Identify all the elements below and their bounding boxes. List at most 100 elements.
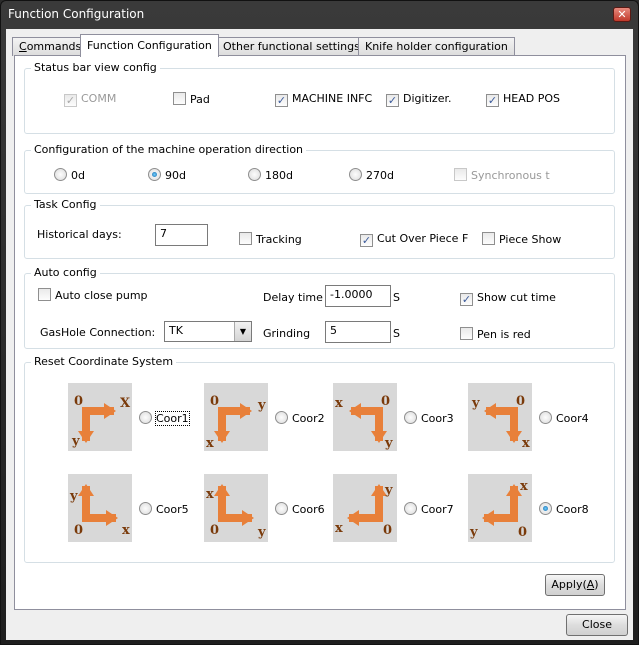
- coordinate-axes-icon: 0 x y: [204, 474, 268, 542]
- group-label: Auto config: [31, 266, 100, 279]
- checkbox-pen-is-red[interactable]: Pen is red: [460, 327, 531, 341]
- grinding-label: Grinding: [263, 327, 311, 340]
- radio-270d[interactable]: 270d: [349, 168, 394, 182]
- axis-label: x: [522, 436, 530, 451]
- origin-label: 0: [210, 394, 219, 409]
- tab-other-functional-settings[interactable]: Other functional settings: [216, 37, 367, 56]
- checkbox-box: [239, 232, 252, 245]
- radio-label: Coor1: [155, 411, 190, 426]
- group-label: Configuration of the machine operation d…: [31, 143, 307, 156]
- axes-svg: 0 x y: [335, 394, 393, 451]
- axis-label: y: [257, 398, 266, 413]
- arrow-head: [240, 403, 252, 419]
- radio-coor4[interactable]: Coor4: [539, 411, 589, 425]
- coordinate-axes-icon: 0 y x: [333, 474, 397, 542]
- radio-circle: [54, 168, 67, 181]
- radio-circle: [404, 502, 417, 515]
- tab-knife-holder-configuration[interactable]: Knife holder configuration: [358, 37, 515, 56]
- apply-button[interactable]: Apply(A): [545, 574, 605, 596]
- radio-circle: [539, 502, 552, 515]
- group-label: Status bar view config: [31, 61, 160, 74]
- arrow-head: [104, 403, 116, 419]
- chevron-down-icon[interactable]: ▼: [234, 322, 251, 341]
- tab-function-configuration[interactable]: Function Configuration: [80, 34, 219, 57]
- dialog-window: Function Configuration ✕ Commands Functi…: [0, 0, 639, 645]
- checkbox-digitizer[interactable]: ✓ Digitizer.: [386, 92, 452, 107]
- radio-circle: [275, 411, 288, 424]
- checkbox-machine-info[interactable]: ✓ MACHINE INFC: [275, 92, 372, 107]
- checkbox-tracking[interactable]: Tracking: [239, 232, 302, 246]
- checkbox-pad[interactable]: Pad: [173, 92, 210, 106]
- axes-svg: 0 y x: [335, 483, 393, 538]
- auto-config-group: Auto config Auto close pump Delay time -…: [24, 266, 615, 349]
- radio-coor7[interactable]: Coor7: [404, 502, 454, 516]
- axes-svg: 0 x y: [206, 484, 266, 540]
- tab-panel: Status bar view config ✓ COMM Pad ✓ MACHIN…: [14, 55, 626, 610]
- radio-0d[interactable]: 0d: [54, 168, 85, 182]
- group-label: Task Config: [31, 198, 100, 211]
- radio-coor1[interactable]: Coor1: [139, 411, 190, 426]
- checkbox-piece-show[interactable]: Piece Show: [482, 232, 561, 246]
- close-button[interactable]: Close: [566, 614, 628, 636]
- tab-label: ommands: [26, 40, 82, 53]
- radio-coor8[interactable]: Coor8: [539, 502, 589, 516]
- checkbox-show-cut-time[interactable]: ✓ Show cut time: [460, 291, 556, 306]
- axis-label: x: [206, 487, 214, 502]
- radio-coor2[interactable]: Coor2: [275, 411, 325, 425]
- window-title: Function Configuration: [8, 7, 145, 21]
- title-bar[interactable]: Function Configuration ✕: [1, 1, 638, 29]
- radio-90d[interactable]: 90d: [148, 168, 186, 182]
- radio-circle: [275, 502, 288, 515]
- radio-180d[interactable]: 180d: [248, 168, 293, 182]
- checkbox-label: Tracking: [256, 233, 302, 246]
- radio-coor6[interactable]: Coor6: [275, 502, 325, 516]
- grinding-input[interactable]: 5: [325, 321, 391, 343]
- dialog-client: Commands Function Configuration Other fu…: [6, 29, 633, 640]
- delay-unit: S: [393, 291, 400, 304]
- axis-label: x: [335, 396, 343, 411]
- origin-label: 0: [516, 394, 525, 409]
- checkbox-auto-close-pump[interactable]: Auto close pump: [38, 288, 148, 302]
- checkbox-box: ✓: [360, 234, 373, 247]
- coordinate-axes-icon: 0 X y: [68, 383, 132, 451]
- coordinate-axes-icon: 0 y x: [68, 474, 132, 542]
- checkbox-label: Show cut time: [477, 291, 556, 304]
- delay-time-input[interactable]: -1.0000: [325, 285, 391, 307]
- radio-coor3[interactable]: Coor3: [404, 411, 454, 425]
- arrow-head: [214, 431, 230, 443]
- gashole-label: GasHole Connection:: [40, 326, 156, 339]
- axes-svg: 0 y x: [69, 484, 130, 538]
- axis-label: x: [206, 436, 214, 451]
- radio-label: Coor2: [292, 412, 325, 425]
- radio-circle: [139, 411, 152, 424]
- arrow-head: [78, 484, 94, 496]
- close-window-icon[interactable]: ✕: [613, 7, 631, 22]
- radio-circle: [248, 168, 261, 181]
- arrow-head: [484, 403, 496, 419]
- task-config-group: Task Config Historical days: 7 Tracking …: [24, 198, 615, 259]
- checkbox-label: HEAD POS: [503, 92, 560, 105]
- gashole-select[interactable]: TK ▼: [164, 321, 252, 342]
- button-label: ): [594, 578, 599, 591]
- historical-days-label: Historical days:: [37, 228, 122, 241]
- checkbox-synchronous[interactable]: Synchronous t: [454, 168, 550, 182]
- checkbox-label: Piece Show: [499, 233, 562, 246]
- checkbox-box: [173, 92, 186, 105]
- radio-label: Coor3: [421, 412, 454, 425]
- radio-coor5[interactable]: Coor5: [139, 502, 189, 516]
- axis-label: y: [257, 525, 266, 540]
- checkbox-cut-over-piece[interactable]: ✓ Cut Over Piece F: [360, 232, 468, 247]
- checkbox-head-pos[interactable]: ✓ HEAD POS: [486, 92, 560, 107]
- origin-label: 0: [381, 394, 390, 409]
- axis-label: X: [120, 396, 131, 411]
- arrow-head: [482, 510, 494, 526]
- tab-commands[interactable]: Commands: [12, 37, 89, 56]
- direction-group: Configuration of the machine operation d…: [24, 143, 615, 194]
- historical-days-input[interactable]: 7: [155, 224, 208, 246]
- checkbox-box: ✓: [460, 293, 473, 306]
- checkbox-box: [482, 232, 495, 245]
- gashole-value: TK: [169, 324, 183, 337]
- checkbox-comm[interactable]: ✓ COMM: [64, 92, 116, 107]
- coordinate-axes-icon: 0 y x: [204, 383, 268, 451]
- radio-label: Coor7: [421, 503, 454, 516]
